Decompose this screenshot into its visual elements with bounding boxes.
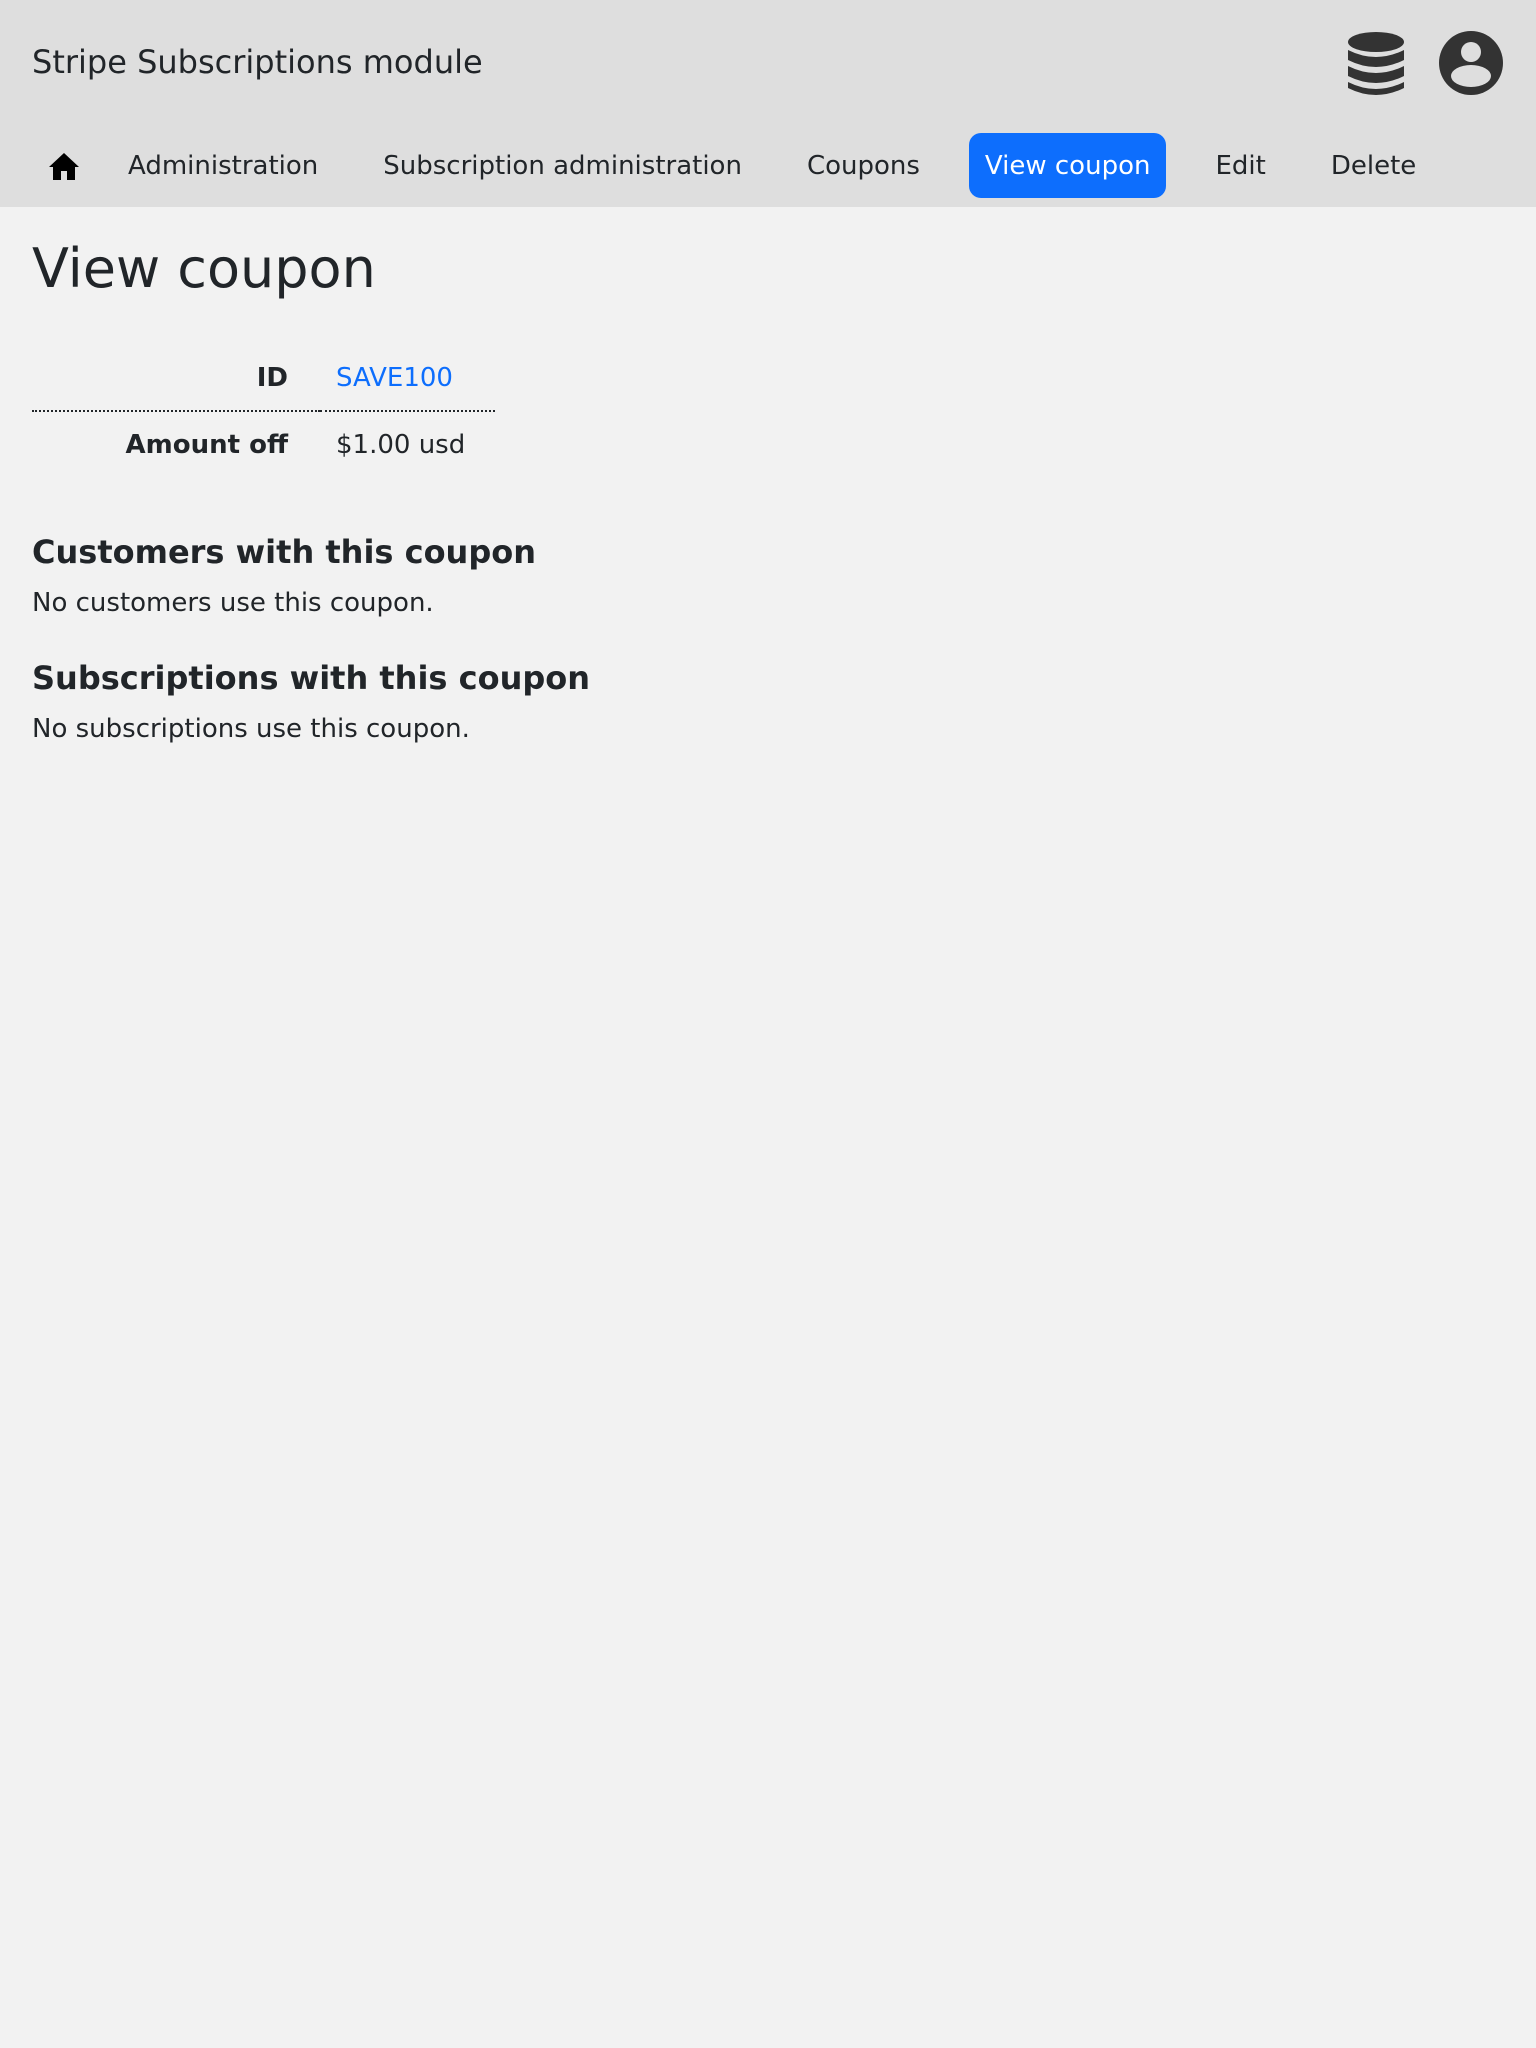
- home-icon: [49, 152, 79, 180]
- subscriptions-heading: Subscriptions with this coupon: [32, 659, 591, 697]
- nav-view-coupon[interactable]: View coupon: [968, 133, 1167, 198]
- nav-subscription-administration[interactable]: Subscription administration: [367, 133, 758, 198]
- detail-row-amount: Amount off $1.00 usd: [32, 411, 495, 477]
- id-value-cell: SAVE100: [320, 345, 496, 412]
- home-link[interactable]: [32, 133, 96, 198]
- main-nav: Administration Subscription administrati…: [32, 133, 1465, 198]
- amount-off-label: Amount off: [125, 429, 289, 460]
- customers-heading: Customers with this coupon: [32, 533, 536, 571]
- main-content: View coupon ID SAVE100 Amount off $1.00 …: [0, 207, 1536, 746]
- nav-administration[interactable]: Administration: [112, 133, 334, 198]
- app-title: Stripe Subscriptions module: [32, 43, 483, 81]
- nav-edit[interactable]: Edit: [1199, 133, 1281, 198]
- page-title: View coupon: [32, 237, 376, 300]
- subscriptions-empty-text: No subscriptions use this coupon.: [32, 714, 470, 744]
- detail-row-id: ID SAVE100: [32, 345, 496, 412]
- amount-off-value: $1.00 usd: [336, 429, 466, 460]
- top-header: Stripe Subscriptions module Administrati…: [0, 0, 1536, 207]
- database-icon[interactable]: [1344, 30, 1408, 98]
- nav-coupons[interactable]: Coupons: [791, 133, 936, 198]
- nav-delete[interactable]: Delete: [1315, 133, 1432, 198]
- coupon-id-link[interactable]: SAVE100: [336, 363, 453, 393]
- customers-empty-text: No customers use this coupon.: [32, 588, 434, 618]
- id-label: ID: [32, 345, 320, 412]
- coupon-details-table: ID SAVE100 Amount off $1.00 usd: [32, 345, 496, 477]
- user-circle-icon[interactable]: [1438, 30, 1504, 96]
